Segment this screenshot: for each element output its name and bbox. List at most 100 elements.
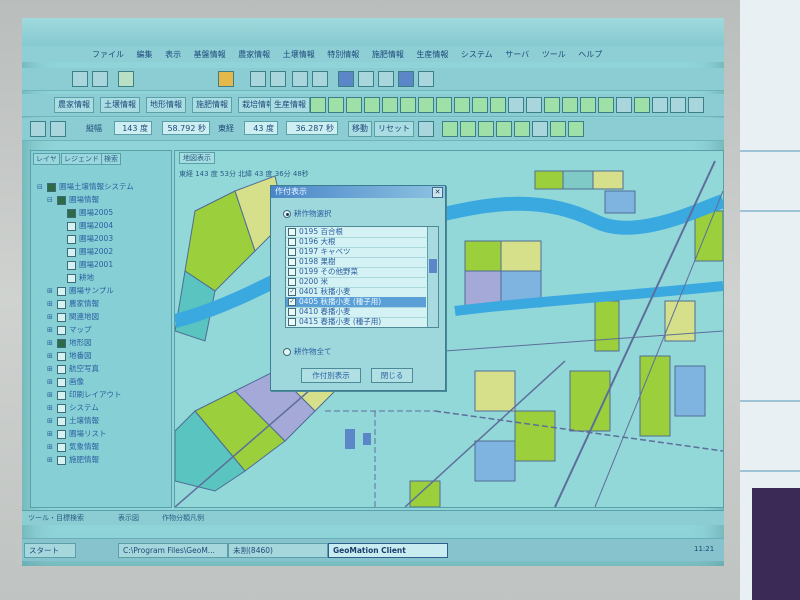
layer-checkbox[interactable] [57, 416, 66, 426]
print-icon[interactable] [670, 97, 686, 113]
crop-tool-icon-7[interactable] [418, 97, 434, 113]
nav-production-button[interactable]: 生産情報 [270, 97, 310, 113]
layer-checkbox[interactable] [57, 442, 66, 452]
tree-item[interactable]: 耕地 [57, 272, 94, 284]
menu-farmer[interactable]: 農家情報 [238, 50, 270, 59]
layer-checkbox[interactable] [67, 260, 76, 270]
degree-field-1[interactable]: 143 度 [114, 121, 152, 135]
crop-checkbox[interactable]: ✓ [288, 298, 296, 306]
crop-tool-icon-19[interactable] [478, 121, 494, 137]
expand-icon[interactable] [57, 236, 64, 243]
tree-item[interactable]: ⊞ システム [47, 402, 99, 414]
layer-checkbox[interactable] [57, 299, 66, 309]
menu-system[interactable]: システム [461, 50, 493, 59]
tree-item[interactable]: 圃場2002 [57, 246, 113, 258]
doc-icon-1[interactable] [508, 97, 524, 113]
tree-item[interactable]: ⊞ 画像 [47, 376, 84, 388]
tree-item[interactable]: ⊞ 印刷レイアウト [47, 389, 122, 401]
tree-item[interactable]: ⊞ マップ [47, 324, 92, 336]
expand-icon[interactable] [57, 249, 64, 256]
nav-fertilizer-button[interactable]: 施肥情報 [192, 97, 232, 113]
tree-item[interactable]: ⊞ 地形図 [47, 337, 92, 349]
expand-icon[interactable]: ⊞ [47, 443, 54, 451]
crop-tool-icon-20[interactable] [496, 121, 512, 137]
tree-item[interactable]: ⊞ 航空写真 [47, 363, 99, 375]
crop-tool-icon-5[interactable] [382, 97, 398, 113]
crop-tool-icon-6[interactable] [400, 97, 416, 113]
nav-farmer-button[interactable]: 農家情報 [54, 97, 94, 113]
expand-icon[interactable]: ⊞ [47, 352, 54, 360]
layer-checkbox[interactable] [57, 364, 66, 374]
expand-icon[interactable]: ⊞ [47, 365, 54, 373]
layer-checkbox[interactable] [57, 390, 66, 400]
expand-icon[interactable]: ⊞ [47, 417, 54, 425]
layer-checkbox[interactable] [67, 273, 76, 283]
second-field-1[interactable]: 58.792 秒 [162, 121, 210, 135]
crop-tool-icon-9[interactable] [454, 97, 470, 113]
expand-icon[interactable]: ⊞ [47, 287, 54, 295]
tree-item[interactable]: ⊞ 関連地図 [47, 311, 99, 323]
expand-icon[interactable]: ⊞ [47, 300, 54, 308]
expand-icon[interactable]: ⊞ [47, 378, 54, 386]
crop-tool-icon-12[interactable] [544, 97, 560, 113]
expand-icon[interactable]: ⊟ [47, 196, 54, 204]
layer-checkbox[interactable] [47, 182, 56, 192]
crop-tool-icon-17[interactable] [442, 121, 458, 137]
last-icon[interactable] [270, 71, 286, 87]
rotate-icon[interactable] [378, 71, 394, 87]
crop-tool-icon-15[interactable] [598, 97, 614, 113]
expand-icon[interactable] [57, 262, 64, 269]
show-by-crop-button[interactable]: 作付別表示 [301, 368, 361, 383]
zoom-out-icon[interactable] [312, 71, 328, 87]
reset-button[interactable]: リセット [374, 121, 414, 137]
crop-tool-icon-16[interactable] [634, 97, 650, 113]
expand-icon[interactable]: ⊞ [47, 313, 54, 321]
menu-help[interactable]: ヘルプ [578, 50, 602, 59]
crop-tool-icon-23[interactable] [568, 121, 584, 137]
extent-icon[interactable] [418, 71, 434, 87]
menu-file[interactable]: ファイル [92, 50, 124, 59]
crop-tool-icon-10[interactable] [472, 97, 488, 113]
crop-tool-icon-18[interactable] [460, 121, 476, 137]
menu-fertilizer[interactable]: 施肥情報 [372, 50, 404, 59]
tree-item[interactable]: ⊟ 圃場土壌情報システム [37, 181, 134, 193]
refresh-icon[interactable] [358, 71, 374, 87]
menu-production[interactable]: 生産情報 [416, 50, 448, 59]
crop-tool-icon-2[interactable] [328, 97, 344, 113]
map-canvas[interactable] [175, 151, 723, 507]
crop-checkbox[interactable] [288, 228, 296, 236]
crop-checkbox[interactable] [288, 308, 296, 316]
layer-checkbox[interactable] [67, 234, 76, 244]
menu-tools[interactable]: ツール [542, 50, 566, 59]
grid-icon[interactable] [616, 97, 632, 113]
menu-server[interactable]: サーバ [505, 50, 529, 59]
crop-checkbox[interactable] [288, 318, 296, 326]
crop-checkbox[interactable] [288, 258, 296, 266]
tree-item[interactable]: ⊞ 圃場サンプル [47, 285, 114, 297]
close-button[interactable]: 閉じる [371, 368, 413, 383]
start-button[interactable]: スタート [24, 543, 76, 558]
select-icon[interactable] [118, 71, 134, 87]
tree-item[interactable]: ⊞ 地番図 [47, 350, 92, 362]
tab-tool-search[interactable]: ツール・目標検索 [28, 513, 84, 523]
crop-tool-icon-14[interactable] [580, 97, 596, 113]
tree-item[interactable]: ⊟ 圃場情報 [47, 194, 99, 206]
expand-icon[interactable] [57, 223, 64, 230]
map-tab[interactable]: 地図表示 [179, 152, 215, 164]
settings-icon[interactable] [652, 97, 668, 113]
menu-special[interactable]: 特別情報 [327, 50, 359, 59]
expand-icon[interactable] [57, 275, 64, 282]
map-view[interactable]: 地図表示 東経 143 度 53分 北緯 43 度 36分 48秒 [174, 150, 724, 508]
menu-soil[interactable]: 土壌情報 [283, 50, 315, 59]
layer-checkbox[interactable] [57, 351, 66, 361]
tree-item[interactable]: ⊞ 農家情報 [47, 298, 99, 310]
crop-checkbox[interactable] [288, 248, 296, 256]
first-icon[interactable] [250, 71, 266, 87]
menu-base[interactable]: 基盤情報 [194, 50, 226, 59]
expand-icon[interactable]: ⊞ [47, 326, 54, 334]
forward-icon[interactable] [50, 121, 66, 137]
layer-checkbox[interactable] [57, 403, 66, 413]
tab-crop-legend[interactable]: 作物分類凡例 [162, 513, 204, 523]
layer-checkbox[interactable] [57, 338, 66, 348]
crop-tool-icon-11[interactable] [490, 97, 506, 113]
